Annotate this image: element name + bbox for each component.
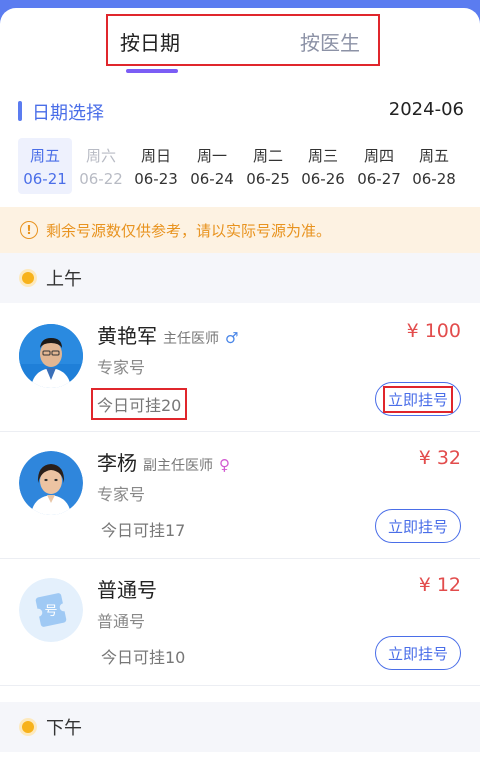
day-weekday: 周四	[363, 147, 394, 165]
section-marker	[18, 101, 22, 121]
doctor-name: 黄艳军	[97, 324, 157, 348]
day-item-06-25[interactable]: 周二 06-25	[241, 138, 295, 194]
clinic-type: 普通号	[97, 612, 146, 631]
current-month[interactable]: 2024-06	[389, 99, 464, 120]
doctor-card[interactable]: 黄艳军 主任医师 ♂ 专家号 今日可挂20 ¥ 100 立即挂号	[0, 306, 480, 432]
clinic-type: 专家号	[97, 485, 146, 504]
doctor-card[interactable]: 号 普通号 普通号 今日可挂10 ¥ 12 立即挂号	[0, 560, 480, 686]
day-weekday: 周五	[418, 147, 449, 165]
date-select-header: 日期选择 2024-06	[18, 96, 464, 130]
doctor-name-row: 普通号	[97, 574, 157, 603]
doctor-name-row: 李杨 副主任医师 ♀	[97, 447, 230, 476]
tab-bar: 按日期 按医生	[106, 14, 380, 66]
day-date: 06-26	[301, 170, 345, 188]
day-date: 06-24	[190, 170, 234, 188]
day-date: 06-23	[134, 170, 178, 188]
avatar	[19, 451, 83, 515]
section-afternoon: 下午	[0, 702, 480, 752]
doctor-card[interactable]: 李杨 副主任医师 ♀ 专家号 今日可挂17 ¥ 32 立即挂号	[0, 433, 480, 559]
day-item-06-24[interactable]: 周一 06-24	[185, 138, 239, 194]
day-weekday: 周六	[85, 147, 116, 165]
day-weekday: 周二	[252, 147, 283, 165]
sun-dot-icon	[22, 721, 34, 733]
day-date: 06-27	[357, 170, 401, 188]
fee-price: ¥ 32	[418, 447, 461, 469]
register-button[interactable]: 立即挂号	[375, 636, 461, 670]
date-strip: 周五 06-21 周六 06-22 周日 06-23 周一 06-24 周二 0…	[18, 138, 464, 194]
avatar	[19, 324, 83, 388]
day-item-06-23[interactable]: 周日 06-23	[129, 138, 183, 194]
ticket-icon: 号	[19, 578, 83, 642]
doctor-name-row: 黄艳军 主任医师 ♂	[97, 320, 238, 349]
day-weekday: 周五	[29, 147, 60, 165]
notice-text: 剩余号源数仅供参考，请以实际号源为准。	[46, 221, 332, 240]
fee-price: ¥ 100	[406, 320, 461, 342]
register-button[interactable]: 立即挂号	[375, 382, 461, 416]
doctor-name: 李杨	[97, 451, 137, 475]
day-date: 06-25	[246, 170, 290, 188]
female-icon: ♀	[219, 456, 230, 474]
day-date: 06-22	[79, 170, 123, 188]
day-weekday: 周三	[307, 147, 338, 165]
section-label: 上午	[46, 269, 82, 290]
doctor-title: 副主任医师	[143, 458, 213, 474]
svg-text:号: 号	[44, 604, 57, 619]
tab-by-date[interactable]: 按日期	[120, 27, 180, 56]
remaining-slots: 今日可挂17	[101, 521, 186, 540]
day-item-06-26[interactable]: 周三 06-26	[296, 138, 350, 194]
day-weekday: 周日	[140, 147, 171, 165]
tab-by-doctor[interactable]: 按医生	[300, 27, 360, 56]
register-button-label: 立即挂号	[387, 644, 448, 663]
exclamation-circle-icon: !	[20, 221, 38, 239]
register-button-label: 立即挂号	[387, 517, 448, 536]
section-label: 下午	[46, 718, 82, 739]
day-date: 06-28	[412, 170, 456, 188]
fee-price: ¥ 12	[418, 574, 461, 596]
day-weekday: 周一	[196, 147, 227, 165]
register-button[interactable]: 立即挂号	[375, 509, 461, 543]
male-icon: ♂	[225, 329, 239, 347]
day-item-06-21[interactable]: 周五 06-21	[18, 138, 72, 194]
register-button-label: 立即挂号	[382, 385, 453, 413]
date-select-title: 日期选择	[32, 103, 104, 124]
doctor-title: 主任医师	[163, 331, 219, 347]
sun-dot-icon	[22, 272, 34, 284]
doctor-name: 普通号	[97, 578, 157, 602]
day-item-06-22[interactable]: 周六 06-22	[74, 138, 128, 194]
day-item-06-27[interactable]: 周四 06-27	[352, 138, 406, 194]
day-date: 06-21	[23, 170, 67, 188]
clinic-type: 专家号	[97, 358, 146, 377]
section-morning: 上午	[0, 253, 480, 303]
remaining-slots: 今日可挂10	[101, 648, 186, 667]
notice-banner: ! 剩余号源数仅供参考，请以实际号源为准。	[0, 207, 480, 253]
day-item-06-28[interactable]: 周五 06-28	[407, 138, 461, 194]
active-tab-indicator	[126, 69, 178, 73]
remaining-slots: 今日可挂20	[91, 388, 188, 420]
